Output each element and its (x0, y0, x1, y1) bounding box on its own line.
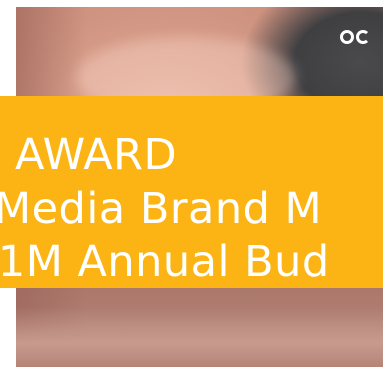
camera-lens-icon (340, 30, 354, 44)
banner-budget: $1M Annual Bud (0, 237, 330, 287)
banner-heading: AWARD (15, 130, 178, 180)
award-thumbnail[interactable]: AWARD Media Brand M $1M Annual Bud (0, 0, 383, 367)
video-camera-icon[interactable] (340, 26, 370, 48)
award-banner: AWARD Media Brand M $1M Annual Bud (0, 96, 383, 288)
photo-lower-area (16, 307, 383, 367)
camera-reel-icon (356, 30, 370, 44)
banner-category: Media Brand M (0, 184, 323, 234)
